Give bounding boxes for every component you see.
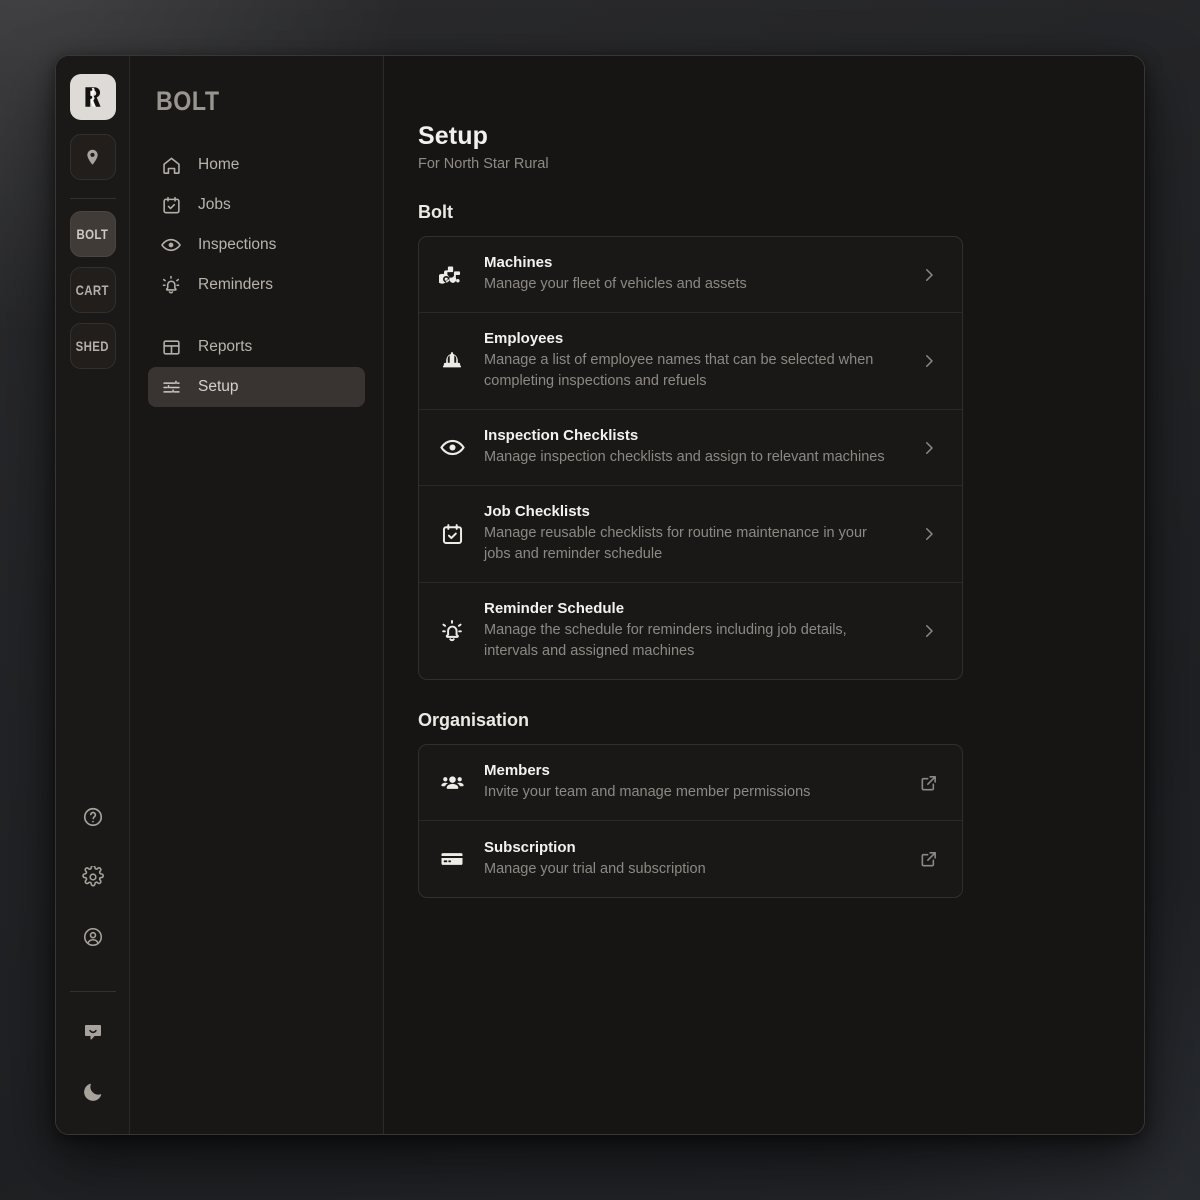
sidebar-item-label: Reminders [198,276,273,294]
tractor-icon [438,262,466,288]
row-body: Reminder Schedule Manage the schedule fo… [484,600,898,662]
eye-icon [160,234,182,256]
row-description: Manage the schedule for reminders includ… [484,620,894,662]
row-body: Job Checklists Manage reusable checklist… [484,503,898,565]
chevron-right-icon[interactable] [916,266,942,284]
site-bolt-tile[interactable]: BOLT [70,211,116,257]
site-shed-label: SHED [76,338,109,354]
sidebar-item-label: Reports [198,338,252,356]
help-button[interactable] [71,795,115,839]
sidebar-nav: BOLT Home Jobs [130,56,384,1134]
feedback-button[interactable] [71,1010,115,1054]
sidebar-item-label: Home [198,156,239,174]
main-content: Setup For North Star Rural Bolt Machines… [384,56,1144,1134]
row-body: Employees Manage a list of employee name… [484,330,898,392]
sidebar-title: BOLT [156,86,336,117]
credit-card-icon [438,846,466,872]
row-title: Machines [484,254,898,271]
map-pin-icon [83,148,102,167]
sidebar-item-setup[interactable]: Setup [148,367,365,407]
chevron-right-icon[interactable] [916,525,942,543]
sidebar-item-label: Jobs [198,196,231,214]
settings-button[interactable] [71,855,115,899]
row-description: Manage inspection checklists and assign … [484,447,894,468]
setup-row-members[interactable]: Members Invite your team and manage memb… [419,745,962,821]
row-description: Manage a list of employee names that can… [484,350,894,392]
rail-bottom-group [70,795,116,1114]
site-cart-tile[interactable]: CART [70,267,116,313]
hard-hat-icon [438,348,466,374]
setup-row-employees[interactable]: Employees Manage a list of employee name… [419,313,962,410]
setup-row-inspection-checklists[interactable]: Inspection Checklists Manage inspection … [419,410,962,486]
nav-group-secondary: Reports Setup [148,327,365,407]
sidebar-item-label: Setup [198,378,239,396]
gear-icon [82,866,104,888]
row-description: Manage reusable checklists for routine m… [484,523,894,565]
account-button[interactable] [71,915,115,959]
sidebar-item-reports[interactable]: Reports [148,327,365,367]
setup-row-job-checklists[interactable]: Job Checklists Manage reusable checklist… [419,486,962,583]
row-description: Manage your fleet of vehicles and assets [484,274,894,295]
row-body: Machines Manage your fleet of vehicles a… [484,254,898,295]
users-icon [438,769,466,796]
chevron-right-icon[interactable] [916,622,942,640]
page-subtitle: For North Star Rural [418,156,1144,172]
row-body: Inspection Checklists Manage inspection … [484,427,898,468]
row-description: Invite your team and manage member permi… [484,782,894,803]
bell-ring-icon [160,274,182,296]
theme-toggle-button[interactable] [71,1070,115,1114]
external-link-icon[interactable] [916,849,942,869]
sidebar-item-inspections[interactable]: Inspections [148,225,365,265]
rail-divider [70,198,116,199]
bell-ring-icon [438,618,466,644]
user-circle-icon [82,926,104,948]
location-pin-tile[interactable] [70,134,116,180]
section-heading-bolt: Bolt [418,202,1144,223]
page-title: Setup [418,122,1144,151]
chevron-right-icon[interactable] [916,352,942,370]
sidebar-item-home[interactable]: Home [148,145,365,185]
external-link-icon[interactable] [916,773,942,793]
app-switcher-rail: BOLT CART SHED [56,56,130,1134]
rail-bottom-divider [70,991,116,992]
eye-icon [438,434,466,461]
calendar-check-icon [438,522,466,547]
row-title: Employees [484,330,898,347]
setup-card-organisation: Members Invite your team and manage memb… [418,744,963,898]
sidebar-item-label: Inspections [198,236,276,254]
chat-smile-icon [81,1020,105,1044]
home-icon [160,154,182,176]
help-circle-icon [82,806,104,828]
site-cart-label: CART [76,282,109,298]
sidebar-item-reminders[interactable]: Reminders [148,265,365,305]
app-window: BOLT CART SHED [55,55,1145,1135]
site-shed-tile[interactable]: SHED [70,323,116,369]
setup-card-bolt: Machines Manage your fleet of vehicles a… [418,236,963,680]
section-heading-organisation: Organisation [418,710,1144,731]
row-description: Manage your trial and subscription [484,859,894,880]
sidebar-item-jobs[interactable]: Jobs [148,185,365,225]
moon-icon [82,1081,104,1103]
rail-top-group: BOLT CART SHED [70,74,116,379]
nav-group-primary: Home Jobs Inspections [148,145,365,305]
setup-row-machines[interactable]: Machines Manage your fleet of vehicles a… [419,237,962,313]
calendar-check-icon [160,194,182,216]
table-icon [160,336,182,358]
sliders-icon [160,376,182,398]
row-title: Subscription [484,839,898,856]
row-title: Members [484,762,898,779]
setup-row-reminder-schedule[interactable]: Reminder Schedule Manage the schedule fo… [419,583,962,679]
site-bolt-label: BOLT [77,226,109,242]
logo-r-glyph [80,84,106,110]
row-title: Inspection Checklists [484,427,898,444]
chevron-right-icon[interactable] [916,439,942,457]
setup-row-subscription[interactable]: Subscription Manage your trial and subsc… [419,821,962,897]
app-logo[interactable] [70,74,116,120]
row-title: Reminder Schedule [484,600,898,617]
row-body: Members Invite your team and manage memb… [484,762,898,803]
row-title: Job Checklists [484,503,898,520]
row-body: Subscription Manage your trial and subsc… [484,839,898,880]
